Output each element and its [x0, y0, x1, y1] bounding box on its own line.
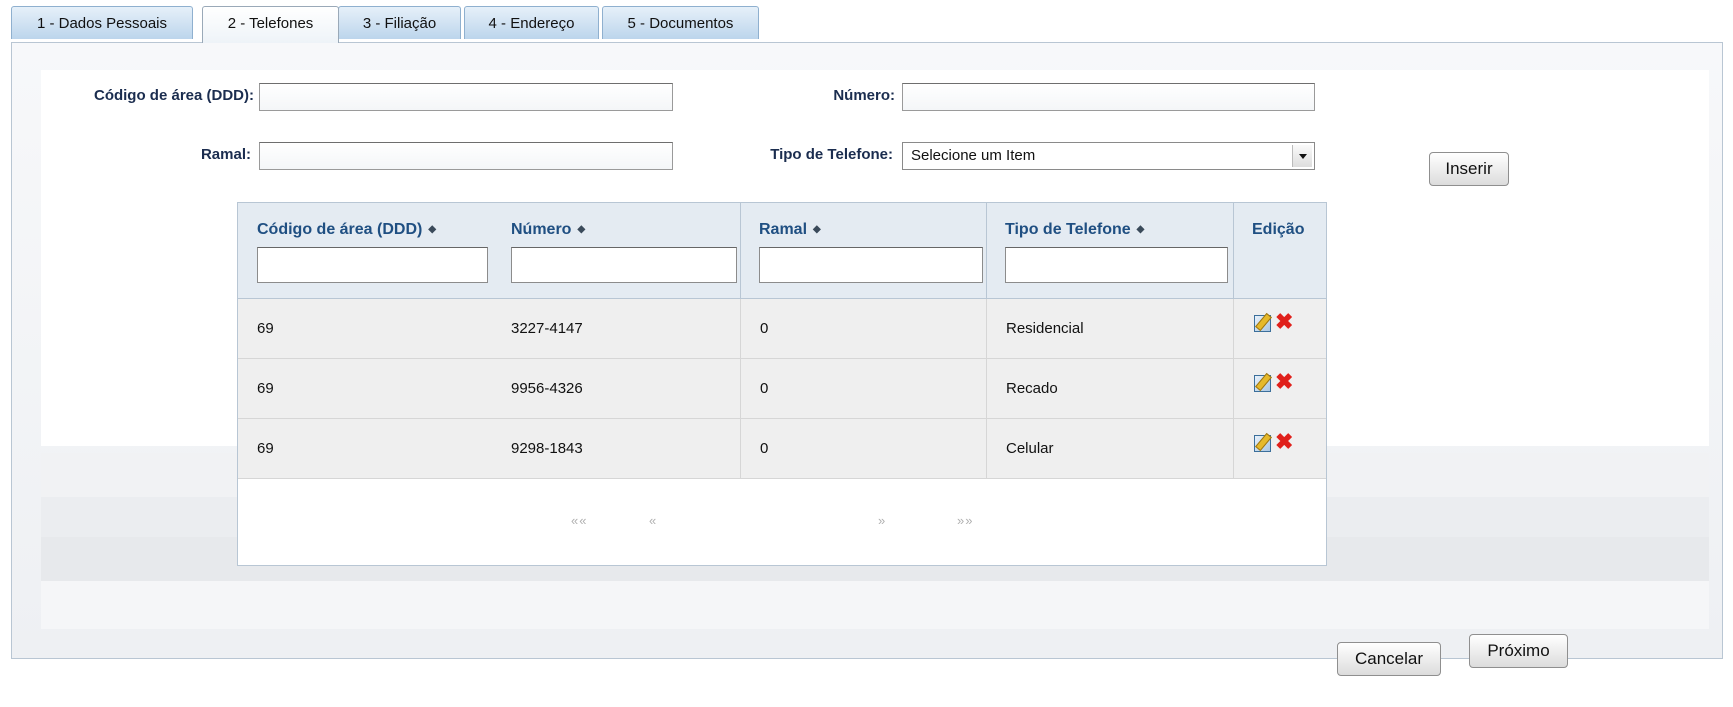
insert-button[interactable]: Inserir: [1429, 152, 1509, 186]
sort-icon[interactable]: ◆: [1137, 224, 1145, 235]
col-header-ddd: Código de área (DDD) ◆: [238, 203, 489, 298]
cell-numero: 9956-4326: [511, 380, 583, 397]
col-header-ramal: Ramal ◆: [740, 203, 986, 298]
tab-documentos[interactable]: 5 - Documentos: [602, 6, 759, 39]
cell-ddd: 69: [257, 380, 274, 397]
cell-tipo: Recado: [986, 359, 1233, 419]
table-row: 69 9956-4326 0 Recado ✖: [238, 359, 1326, 419]
tab-telefones[interactable]: 2 - Telefones: [202, 6, 339, 43]
cell-ddd: 69: [257, 440, 274, 457]
cell-tipo: Celular: [986, 419, 1233, 479]
cell-tipo: Residencial: [986, 299, 1233, 359]
table-header: Código de área (DDD) ◆ Número ◆ Ramal ◆ Tip…: [238, 203, 1326, 299]
filter-ddd-input[interactable]: [257, 247, 488, 283]
cell-numero: 9298-1843: [511, 440, 583, 457]
ddd-input[interactable]: [259, 83, 673, 111]
cell-ramal: 0: [740, 359, 986, 419]
delete-icon[interactable]: ✖: [1275, 311, 1293, 333]
edit-icon[interactable]: [1254, 375, 1271, 392]
delete-icon[interactable]: ✖: [1275, 371, 1293, 393]
table-row: 69 9298-1843 0 Celular ✖: [238, 419, 1326, 479]
col-header-ramal-label[interactable]: Ramal ◆: [759, 221, 821, 239]
edit-icon[interactable]: [1254, 315, 1271, 332]
tab-dados-pessoais[interactable]: 1 - Dados Pessoais: [11, 6, 193, 39]
filter-ramal-input[interactable]: [759, 247, 983, 283]
filter-tipo-input[interactable]: [1005, 247, 1228, 283]
col-header-text: Tipo de Telefone: [1005, 221, 1131, 238]
ddd-label: Código de área (DDD):: [93, 87, 254, 104]
col-header-numero-label[interactable]: Número ◆: [511, 221, 585, 239]
tipo-telefone-label: Tipo de Telefone:: [770, 146, 893, 163]
numero-label: Número:: [833, 87, 895, 104]
col-header-edicao: Edição: [1233, 203, 1326, 298]
col-header-ddd-label[interactable]: Código de área (DDD) ◆: [257, 221, 436, 239]
panel-band: [41, 581, 1709, 629]
pager-last[interactable]: »»: [957, 513, 973, 528]
next-button[interactable]: Próximo: [1469, 634, 1568, 668]
chevron-down-icon[interactable]: [1292, 145, 1312, 167]
pager-prev[interactable]: «: [649, 513, 657, 528]
cell-ddd: 69: [257, 320, 274, 337]
ramal-input[interactable]: [259, 142, 673, 170]
col-header-edicao-label: Edição: [1252, 221, 1305, 238]
col-header-text: Ramal: [759, 221, 808, 238]
sort-icon[interactable]: ◆: [577, 224, 585, 235]
cancel-button[interactable]: Cancelar: [1337, 642, 1441, 676]
pager-next[interactable]: »: [878, 513, 886, 528]
phones-table: Código de área (DDD) ◆ Número ◆ Ramal ◆ Tip…: [237, 202, 1327, 566]
pager-first[interactable]: ««: [571, 513, 587, 528]
cell-ramal: 0: [740, 419, 986, 479]
col-header-tipo-label[interactable]: Tipo de Telefone ◆: [1005, 221, 1144, 239]
col-header-text: Número: [511, 221, 572, 238]
table-row: 69 3227-4147 0 Residencial ✖: [238, 299, 1326, 359]
tipo-telefone-selected: Selecione um Item: [911, 147, 1036, 164]
sort-icon[interactable]: ◆: [813, 224, 821, 235]
col-header-text: Código de área (DDD): [257, 221, 423, 238]
edit-icon[interactable]: [1254, 435, 1271, 452]
col-header-tipo: Tipo de Telefone ◆: [986, 203, 1233, 298]
sort-icon[interactable]: ◆: [428, 224, 436, 235]
cell-ramal: 0: [740, 299, 986, 359]
ramal-label: Ramal:: [200, 146, 251, 163]
tab-endereco[interactable]: 4 - Endereço: [464, 6, 599, 39]
tipo-telefone-select[interactable]: Selecione um Item: [902, 142, 1315, 170]
tab-filiacao[interactable]: 3 - Filiação: [338, 6, 461, 39]
cell-numero: 3227-4147: [511, 320, 583, 337]
delete-icon[interactable]: ✖: [1275, 431, 1293, 453]
numero-input[interactable]: [902, 83, 1315, 111]
filter-numero-input[interactable]: [511, 247, 737, 283]
col-header-numero: Número ◆: [489, 203, 740, 298]
